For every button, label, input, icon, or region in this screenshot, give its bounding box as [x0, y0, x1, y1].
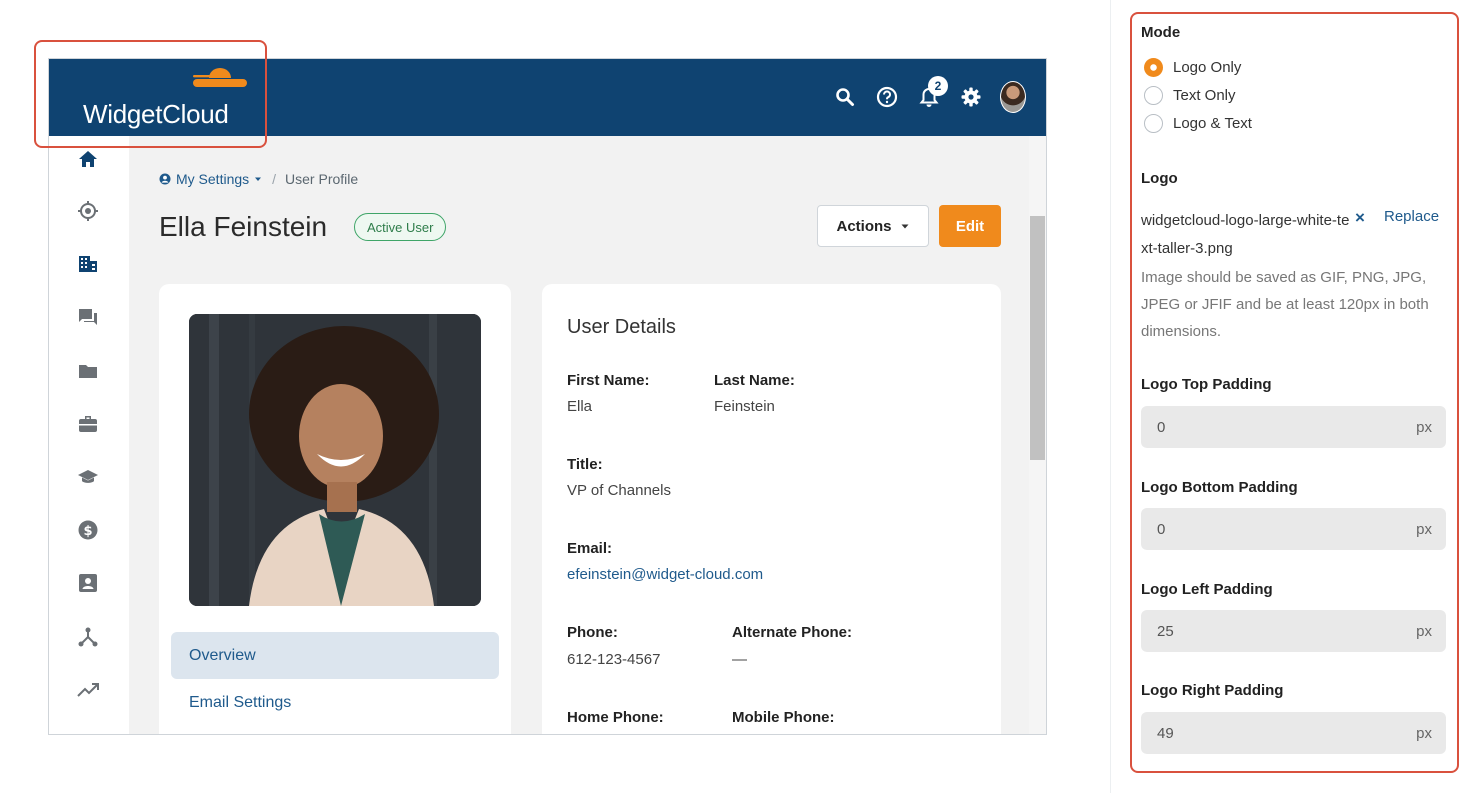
logo-hint-text: Image should be saved as GIF, PNG, JPG, …: [1141, 269, 1429, 340]
breadcrumb-root-label: My Settings: [176, 171, 250, 187]
edit-button[interactable]: Edit: [939, 205, 1001, 247]
radio-logo-and-text-label: Logo & Text: [1173, 115, 1252, 132]
alternate-phone-label: Alternate Phone:: [732, 624, 853, 641]
actions-label: Actions: [836, 217, 892, 235]
help-icon[interactable]: [874, 84, 900, 110]
gear-icon[interactable]: [958, 84, 984, 110]
bottom-padding-value: 0: [1157, 520, 1166, 538]
right-padding-value: 49: [1157, 724, 1174, 742]
email-link[interactable]: efeinstein@widget-cloud.com: [567, 566, 763, 583]
user-details-card: User Details First Name: Ella Last Name:…: [542, 284, 1001, 734]
top-navbar: WidgetCloud 2: [49, 59, 1046, 136]
cloud-logo-icon: [193, 68, 247, 87]
px-unit-label: px: [1416, 520, 1432, 538]
first-name-value: Ella: [567, 398, 593, 415]
target-icon[interactable]: [77, 200, 99, 222]
app-preview: WidgetCloud 2 $ My Settings / User Profi…: [48, 58, 1047, 735]
left-sidebar: $: [49, 136, 129, 734]
logo-heading: Logo: [1141, 170, 1178, 187]
breadcrumb-current: User Profile: [285, 171, 359, 187]
caret-down-icon: [255, 177, 262, 181]
profile-nav-overview[interactable]: Overview: [171, 632, 499, 679]
breadcrumb-separator: /: [272, 171, 277, 187]
svg-text:$: $: [83, 524, 92, 539]
left-padding-label: Logo Left Padding: [1141, 581, 1273, 598]
brand-name[interactable]: WidgetCloud: [83, 99, 229, 130]
radio-logo-only-label: Logo Only: [1173, 59, 1242, 76]
alternate-phone-value: —: [732, 651, 747, 668]
mode-heading: Mode: [1141, 24, 1181, 41]
trending-up-icon[interactable]: [77, 679, 99, 701]
px-unit-label: px: [1416, 622, 1432, 640]
email-label: Email:: [567, 540, 613, 557]
left-padding-input[interactable]: 25 px: [1141, 610, 1446, 652]
actions-dropdown-button[interactable]: Actions: [817, 205, 929, 247]
search-icon[interactable]: [832, 84, 858, 110]
folder-icon[interactable]: [77, 360, 99, 382]
right-padding-label: Logo Right Padding: [1141, 682, 1284, 699]
breadcrumb: My Settings / User Profile: [159, 171, 358, 187]
first-name-label: First Name:: [567, 372, 650, 389]
profile-card: Overview Email Settings: [159, 284, 511, 734]
briefcase-icon[interactable]: [77, 413, 99, 435]
contact-card-icon[interactable]: [77, 572, 99, 594]
notification-bell-icon[interactable]: 2: [916, 76, 948, 110]
status-badge: Active User: [354, 213, 447, 241]
breadcrumb-my-settings[interactable]: My Settings: [159, 171, 263, 187]
network-icon[interactable]: [77, 626, 99, 648]
top-icons: 2: [816, 76, 1026, 113]
user-circle-icon: [159, 173, 171, 185]
right-padding-input[interactable]: 49 px: [1141, 712, 1446, 754]
graduation-cap-icon[interactable]: [77, 466, 99, 488]
left-padding-value: 25: [1157, 622, 1174, 640]
user-avatar[interactable]: [1000, 81, 1026, 113]
scrollbar-thumb[interactable]: [1030, 216, 1045, 460]
top-padding-input[interactable]: 0 px: [1141, 406, 1446, 448]
radio-text-only-label: Text Only: [1173, 87, 1236, 104]
phone-label: Phone:: [567, 624, 618, 641]
last-name-value: Feinstein: [714, 398, 775, 415]
remove-file-icon[interactable]: ×: [1355, 208, 1365, 228]
title-label: Title:: [567, 456, 603, 473]
home-phone-label: Home Phone:: [567, 709, 664, 726]
scrollbar[interactable]: [1029, 136, 1046, 734]
radio-logo-only[interactable]: Logo Only: [1144, 58, 1241, 77]
user-details-title: User Details: [567, 316, 676, 338]
radio-text-only[interactable]: Text Only: [1144, 86, 1236, 105]
radio-unchecked-icon[interactable]: [1144, 86, 1163, 105]
logo-file-name: widgetcloud-logo-large-white-text-taller…: [1141, 212, 1350, 257]
px-unit-label: px: [1416, 724, 1432, 742]
building-icon[interactable]: [77, 253, 99, 275]
notification-count-badge: 2: [928, 76, 948, 96]
chat-icon[interactable]: [77, 306, 99, 328]
radio-checked-icon[interactable]: [1144, 58, 1163, 77]
caret-down-icon: [901, 224, 908, 229]
radio-unchecked-icon[interactable]: [1144, 114, 1163, 133]
bottom-padding-label: Logo Bottom Padding: [1141, 479, 1298, 496]
profile-photo: [189, 314, 481, 606]
last-name-label: Last Name:: [714, 372, 795, 389]
dollar-icon[interactable]: $: [77, 519, 99, 541]
page-title: Ella Feinstein: [159, 211, 328, 242]
home-icon[interactable]: [77, 148, 99, 170]
profile-nav-email-settings[interactable]: Email Settings: [171, 679, 499, 726]
phone-value: 612-123-4567: [567, 651, 661, 668]
px-unit-label: px: [1416, 418, 1432, 436]
bottom-padding-input[interactable]: 0 px: [1141, 508, 1446, 550]
mobile-phone-label: Mobile Phone:: [732, 709, 835, 726]
replace-link[interactable]: Replace: [1384, 208, 1439, 225]
top-padding-value: 0: [1157, 418, 1166, 436]
radio-logo-and-text[interactable]: Logo & Text: [1144, 114, 1252, 133]
title-value: VP of Channels: [567, 482, 671, 499]
top-padding-label: Logo Top Padding: [1141, 376, 1272, 393]
